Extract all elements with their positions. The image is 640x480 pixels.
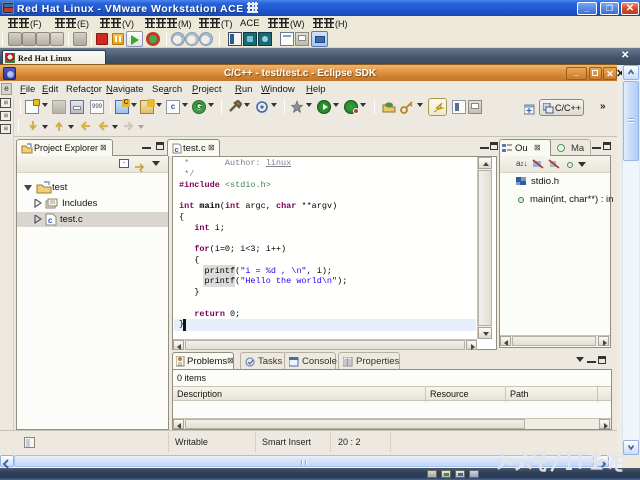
svg-text:c: c [175,145,179,154]
svg-text:c: c [48,216,53,225]
